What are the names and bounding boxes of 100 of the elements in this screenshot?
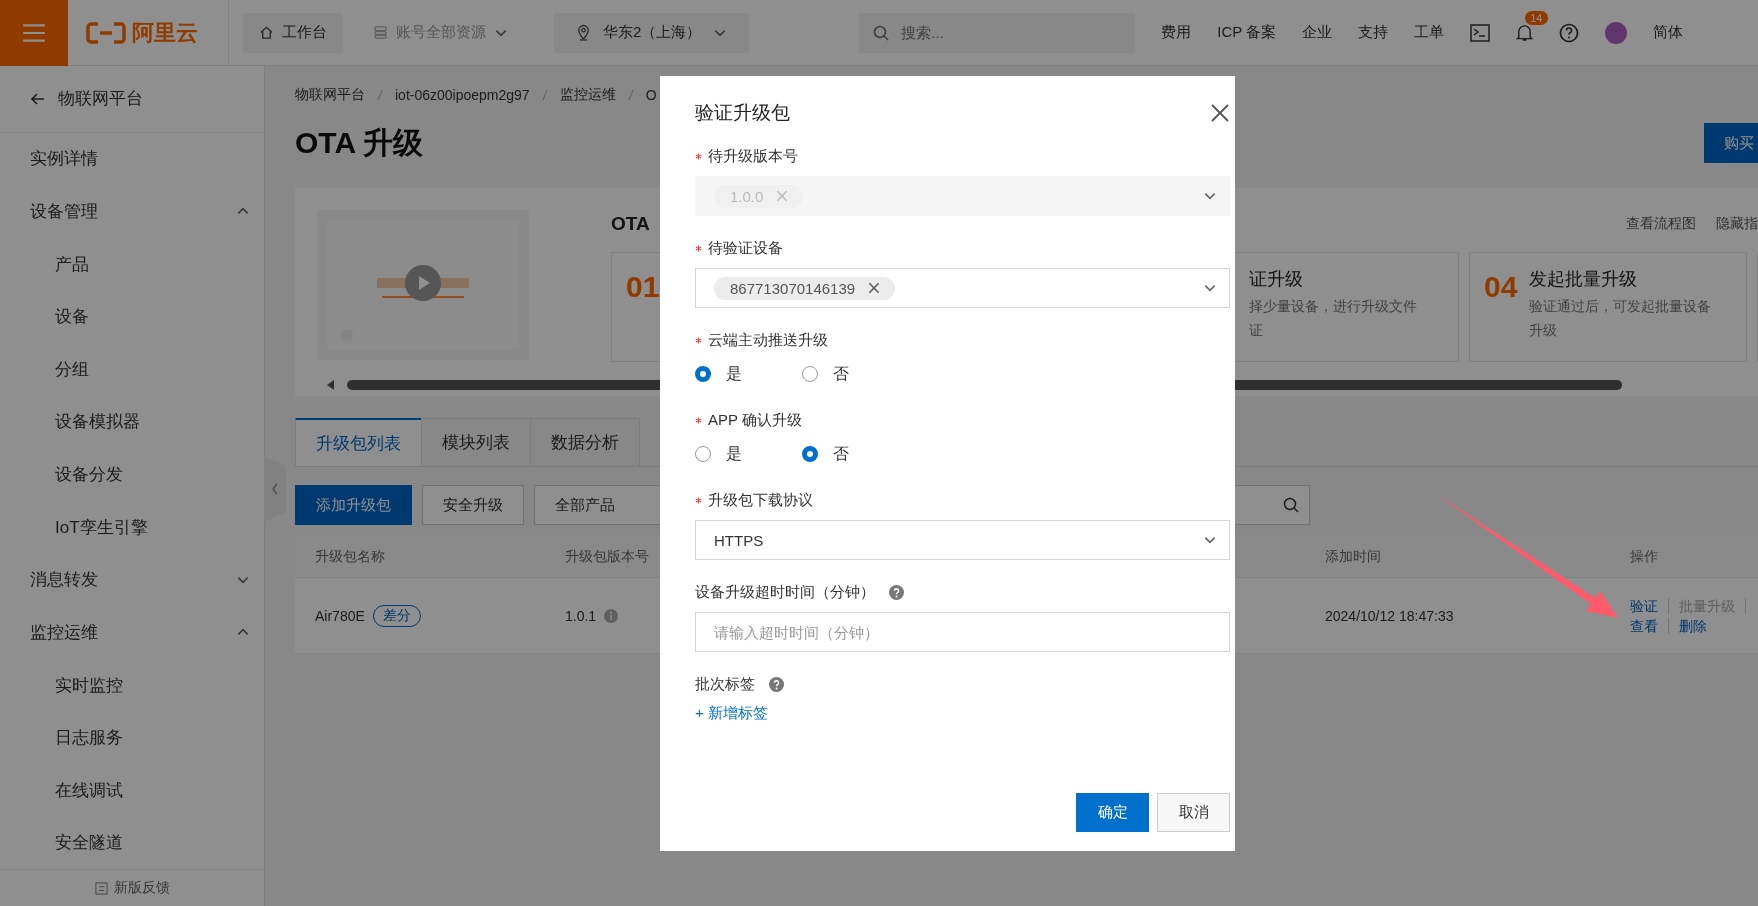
page-title: OTA 升级 <box>295 124 424 161</box>
play-icon[interactable] <box>405 265 441 301</box>
language-link[interactable]: 简体 <box>1653 23 1684 42</box>
tab[interactable]: 数据分析 <box>530 418 640 466</box>
breadcrumb-separator-icon <box>541 89 548 101</box>
select-value: HTTPS <box>714 531 764 549</box>
radio-button[interactable] <box>695 446 711 462</box>
nav-item[interactable]: 设备分发 <box>0 448 264 501</box>
action-link[interactable]: 验证 <box>1630 597 1669 614</box>
nav-item[interactable]: 设备管理 <box>0 185 264 238</box>
scroll-left-icon[interactable] <box>327 380 335 390</box>
back-arrow-icon[interactable] <box>30 90 46 107</box>
nav-link[interactable]: 支持 <box>1358 23 1389 42</box>
nav-item[interactable]: 监控运维 <box>0 606 264 659</box>
location-pin-icon <box>576 24 591 41</box>
add-tag-link[interactable]: + 新增标签 <box>695 704 768 721</box>
select-field[interactable]: HTTPS <box>695 520 1230 560</box>
action-link[interactable]: 查看 <box>1630 617 1669 634</box>
breadcrumb-link[interactable]: 物联网平台 <box>295 86 365 104</box>
action-link[interactable]: 删除 <box>1679 617 1717 634</box>
nav-item[interactable]: 安全隧道 <box>0 816 264 870</box>
nav-link[interactable]: 费用 <box>1161 23 1192 42</box>
nav-item[interactable]: 实例详情 <box>0 132 264 186</box>
radio-label: 是 <box>726 363 742 384</box>
region-dropdown[interactable]: 华东2（上海） <box>554 12 750 53</box>
nav-item[interactable]: 产品 <box>0 237 264 291</box>
bell-icon[interactable] <box>1516 23 1534 42</box>
breadcrumb-link[interactable]: O <box>645 87 657 103</box>
add-package-button[interactable]: 添加升级包 <box>295 485 412 525</box>
guide-link[interactable]: 查看流程图 <box>1626 215 1696 233</box>
step-description: 验证通过后，可发起批量设备 <box>1529 297 1713 315</box>
nav-item[interactable]: IoT孪生引擎 <box>0 500 264 554</box>
home-icon <box>259 25 274 40</box>
help-icon[interactable] <box>889 584 904 600</box>
tab[interactable]: 升级包列表 <box>295 418 422 466</box>
search-icon[interactable] <box>1283 497 1299 513</box>
table-cell: Air780E <box>315 607 365 624</box>
step-title: 发起批量升级 <box>1529 268 1639 291</box>
field-label: 云端主动推送升级 <box>708 330 828 350</box>
nav-link[interactable]: 企业 <box>1302 23 1333 42</box>
confirm-button[interactable]: 确定 <box>1076 793 1149 832</box>
radio-label: 否 <box>833 443 849 464</box>
avatar[interactable] <box>1605 21 1628 44</box>
breadcrumb-separator-icon <box>377 89 383 101</box>
column-header: 升级包版本号 <box>564 548 650 566</box>
nav-item[interactable]: 实时监控 <box>0 658 264 712</box>
select-field[interactable]: 867713070146139 <box>695 268 1230 308</box>
column-header: 操作 <box>1629 548 1659 566</box>
guide-link[interactable]: 隐藏指 <box>1716 215 1758 233</box>
help-icon[interactable] <box>769 676 784 692</box>
help-icon[interactable] <box>1559 22 1580 43</box>
step-number: 04 <box>1484 269 1518 305</box>
cancel-button[interactable]: 取消 <box>1157 793 1230 832</box>
nav-item[interactable]: 消息转发 <box>0 553 264 607</box>
nav-item[interactable]: 分组 <box>0 343 264 396</box>
buy-button[interactable]: 购买 <box>1704 123 1758 163</box>
nav-item[interactable]: 设备模拟器 <box>0 395 264 449</box>
radio-label: 否 <box>833 363 849 384</box>
menu-icon <box>21 21 47 44</box>
timeout-field[interactable]: 请输入超时时间（分钟） <box>695 612 1230 652</box>
feedback-icon[interactable] <box>94 881 108 895</box>
field-label: 升级包下载协议 <box>708 490 813 510</box>
search-input[interactable]: 搜索... <box>899 23 1104 42</box>
step-number: 01 <box>626 269 660 305</box>
nav-item[interactable]: 设备 <box>0 290 264 344</box>
nav-link[interactable]: 工单 <box>1414 23 1445 42</box>
guide-title: OTA <box>611 213 650 235</box>
step-description: 升级 <box>1529 321 1559 339</box>
step-title: 证升级 <box>1249 268 1304 291</box>
workbench-button[interactable]: 工作台 <box>243 12 343 53</box>
radio-button[interactable] <box>695 366 711 382</box>
secure-upgrade-button[interactable]: 安全升级 <box>422 485 524 525</box>
dialog-title: 验证升级包 <box>695 101 790 125</box>
breadcrumb-link[interactable]: iot-06z00ipoepm2g97 <box>395 87 530 103</box>
feedback-link[interactable]: 新版反馈 <box>113 879 170 898</box>
search-bar[interactable]: 搜索... <box>859 12 1136 53</box>
nav-item[interactable]: 在线调试 <box>0 764 264 817</box>
column-header: 添加时间 <box>1324 548 1382 566</box>
terminal-icon[interactable] <box>1470 23 1491 42</box>
field-label: 批次标签 <box>695 674 755 694</box>
platform-title: 物联网平台 <box>58 88 143 111</box>
field-label: APP 确认升级 <box>708 410 802 430</box>
close-icon[interactable] <box>1210 103 1230 123</box>
column-header: 升级包名称 <box>314 548 386 566</box>
database-icon <box>373 25 388 40</box>
logo-icon <box>86 20 126 45</box>
nav-item[interactable]: 日志服务 <box>0 711 264 765</box>
step-description: 证 <box>1249 321 1264 339</box>
radio-button[interactable] <box>802 446 818 462</box>
radio-button[interactable] <box>802 366 818 382</box>
field-label: 设备升级超时时间（分钟） <box>695 582 875 602</box>
radio-label: 是 <box>726 443 742 464</box>
notification-badge: 14 <box>1525 11 1548 25</box>
field-label: 待验证设备 <box>708 238 783 258</box>
field-label: 待升级版本号 <box>708 146 798 166</box>
nav-link[interactable]: ICP 备案 <box>1217 23 1277 42</box>
breadcrumb-separator-icon <box>627 89 634 101</box>
close-icon[interactable] <box>867 281 882 295</box>
table-cell: 1.0.1 <box>565 607 597 624</box>
breadcrumb-link[interactable]: 监控运维 <box>559 86 616 104</box>
